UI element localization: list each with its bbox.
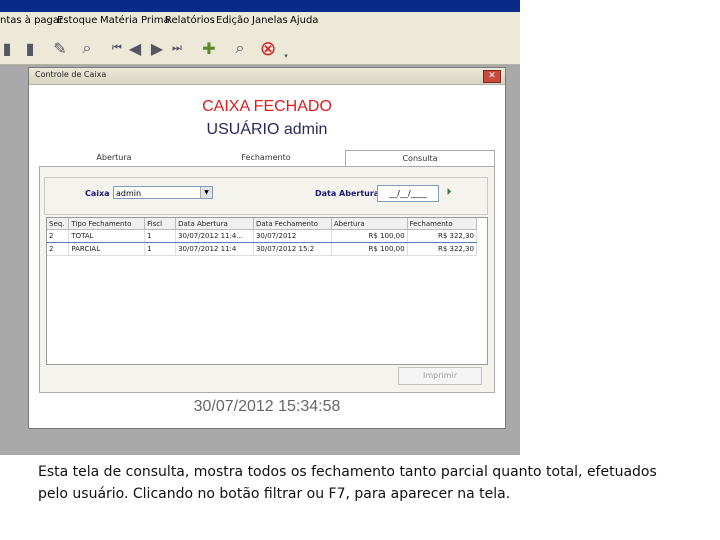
- table-cell: R$ 100,00: [331, 229, 408, 243]
- table-row[interactable]: 2 TOTAL 1 30/07/2012 11:4... 30/07/2012 …: [47, 229, 478, 243]
- menu-materia-prima[interactable]: Matéria Prima: [100, 15, 170, 26]
- menu-bar: ntas à pagar Estoque Matéria Prima Relat…: [0, 12, 520, 32]
- user-title: USUÁRIO admin: [206, 121, 328, 138]
- table-cell: TOTAL: [68, 229, 146, 243]
- table-cell: R$ 322,30: [407, 229, 478, 243]
- menu-contas-a-pagar[interactable]: ntas à pagar: [0, 15, 63, 26]
- caixa-status-title: CAIXA FECHADO: [202, 98, 332, 115]
- tab-abertura[interactable]: Abertura: [39, 150, 189, 166]
- doc-icon[interactable]: ▮: [0, 36, 14, 60]
- filter-group: Caixa admin ▼ Data Abertura __/__/____ ⏵: [44, 177, 488, 215]
- menu-janelas[interactable]: Janelas: [252, 15, 288, 26]
- close-icon[interactable]: ✕: [483, 70, 501, 83]
- next-icon[interactable]: ▶: [148, 36, 166, 60]
- table-cell: 2: [47, 229, 70, 243]
- caption-text: Esta tela de consulta, mostra todos os f…: [38, 464, 657, 502]
- clock-readout: 30/07/2012 15:34:58: [193, 398, 341, 415]
- edit-icon[interactable]: ✎: [50, 36, 70, 60]
- first-record-icon[interactable]: ⏮: [110, 36, 124, 60]
- fechamentos-grid: Seq. Tipo Fechamento Fiscl Data Abertura…: [46, 217, 488, 365]
- last-record-icon[interactable]: ⏭: [170, 36, 184, 60]
- menu-relatorios[interactable]: Relatórios: [165, 15, 215, 26]
- menu-edicao[interactable]: Edição: [216, 15, 249, 26]
- chevron-down-icon[interactable]: ▼: [200, 187, 212, 198]
- column-header[interactable]: Abertura: [331, 218, 408, 230]
- table-cell: 1: [144, 229, 177, 243]
- table-cell: 1: [144, 242, 177, 256]
- table-cell: 30/07/2012: [253, 229, 332, 243]
- table-header-row: Seq. Tipo Fechamento Fiscl Data Abertura…: [47, 218, 478, 230]
- add-money-icon[interactable]: ✚: [196, 36, 222, 60]
- toolbar: ▮ ▮ ✎ ⌕ ⏮ ◀ ▶ ⏭ ✚ ⌕ ⊗ ▾: [0, 32, 520, 65]
- table-cell: R$ 322,30: [407, 242, 478, 256]
- table-cell: 30/07/2012 11:4: [175, 242, 254, 256]
- window-title: Controle de Caixa: [35, 70, 107, 79]
- tab-consulta[interactable]: Consulta: [345, 150, 495, 167]
- consulta-tab-panel: Caixa admin ▼ Data Abertura __/__/____ ⏵…: [39, 166, 495, 393]
- column-header[interactable]: Seq.: [47, 218, 70, 230]
- caixa-selected-value: admin: [116, 189, 142, 198]
- application-screenshot: ntas à pagar Estoque Matéria Prima Relat…: [0, 0, 520, 455]
- table-cell: 30/07/2012 11:4...: [175, 229, 254, 243]
- imprimir-button[interactable]: Imprimir: [398, 367, 482, 385]
- controle-caixa-window: Controle de Caixa ✕ CAIXA FECHADO USUÁRI…: [28, 67, 506, 429]
- app-title-bar: [0, 0, 520, 12]
- search-icon[interactable]: ⌕: [76, 36, 98, 60]
- filter-search-icon[interactable]: ⌕: [228, 36, 252, 60]
- table-row[interactable]: 2 PARCIAL 1 30/07/2012 11:4 30/07/2012 1…: [47, 242, 478, 256]
- data-abertura-label: Data Abertura: [315, 189, 380, 198]
- table-cell: PARCIAL: [68, 242, 146, 256]
- data-abertura-input[interactable]: __/__/____: [377, 185, 439, 202]
- table-cell: 2: [47, 242, 70, 256]
- fechamentos-table: Seq. Tipo Fechamento Fiscl Data Abertura…: [47, 218, 478, 256]
- table-cell: R$ 100,00: [331, 242, 408, 256]
- caixa-select[interactable]: admin ▼: [113, 186, 213, 199]
- column-header[interactable]: Fechamento: [407, 218, 478, 230]
- previous-icon[interactable]: ◀: [126, 36, 144, 60]
- caixa-label: Caixa: [85, 189, 110, 198]
- filter-icon[interactable]: ⏵: [441, 185, 457, 200]
- table-cell: 30/07/2012 15:2: [253, 242, 332, 256]
- folder-icon[interactable]: ▮: [22, 36, 38, 60]
- column-header[interactable]: Data Abertura: [175, 218, 254, 230]
- column-header[interactable]: Tipo Fechamento: [68, 218, 146, 230]
- menu-ajuda[interactable]: Ajuda: [290, 15, 318, 26]
- column-header[interactable]: Data Fechamento: [253, 218, 332, 230]
- menu-estoque[interactable]: Estoque: [57, 15, 97, 26]
- column-header[interactable]: Fiscl: [144, 218, 177, 230]
- window-title-bar: Controle de Caixa ✕: [29, 68, 505, 85]
- close-red-icon[interactable]: ⊗: [256, 36, 280, 60]
- tab-fechamento[interactable]: Fechamento: [191, 150, 341, 166]
